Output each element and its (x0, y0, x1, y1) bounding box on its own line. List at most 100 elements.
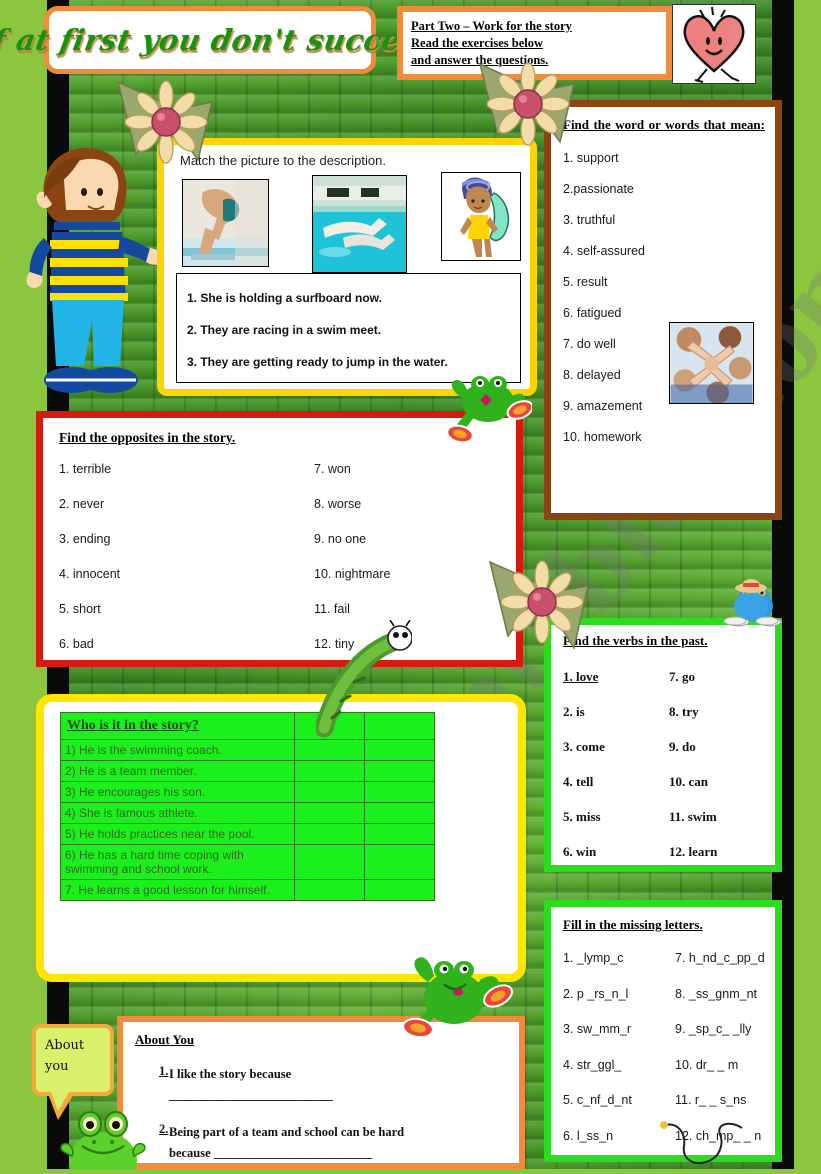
missing-item: 4. str_ggl_ (563, 1057, 622, 1072)
heart-image-box (672, 4, 756, 84)
opposite-item: 4. innocent (59, 567, 121, 581)
about-you-number: 2. (159, 1122, 169, 1136)
part-two-instructions: Part Two – Work for the story Read the e… (397, 6, 672, 80)
table-row: 7. He learns a good lesson for himself. (59, 879, 435, 901)
opposite-item: 12. tiny (314, 637, 355, 651)
who-is-it-table: Who is it in the story? 1) He is the swi… (59, 712, 435, 901)
who-row-text: 1) He is the swimming coach. (59, 739, 296, 761)
missing-letters-heading: Fill in the missing letters. (563, 917, 703, 932)
answer-cell[interactable] (294, 760, 366, 782)
missing-item: 2. p _rs_n_l (563, 986, 629, 1001)
missing-item: 8. _ss_gnm_nt (675, 986, 757, 1001)
verb-item: 3. come (563, 739, 605, 754)
smiling-heart-icon (683, 6, 745, 83)
answer-cell[interactable] (364, 802, 435, 824)
answer-cell[interactable] (364, 712, 435, 740)
who-is-it-heading: Who is it in the story? (59, 712, 296, 740)
answer-cell[interactable] (364, 879, 435, 901)
answer-cell[interactable] (364, 781, 435, 803)
answer-cell[interactable] (364, 739, 435, 761)
find-word-item: 3. truthful (563, 213, 616, 227)
verb-item: 10. can (669, 774, 708, 789)
picture-1[interactable] (182, 179, 269, 267)
find-word-item: 1. support (563, 151, 619, 165)
opposite-item: 11. fail (314, 602, 350, 616)
description-3: 3. They are getting ready to jump in the… (187, 355, 448, 369)
verb-item: 5. miss (563, 809, 601, 824)
answer-cell[interactable] (294, 879, 366, 901)
hands-together-teamwork-photo (670, 323, 753, 403)
bubble-tail-inner (51, 1092, 69, 1111)
missing-item: 3. sw_mm_r (563, 1022, 632, 1036)
opposite-item: 9. no one (314, 532, 367, 546)
answer-cell[interactable] (294, 823, 366, 845)
bubble-line-1: About (45, 1038, 85, 1053)
table-row: 2) He is a team member. (59, 760, 435, 782)
opposite-item: 10. nightmare (314, 567, 391, 581)
description-2: 2. They are racing in a swim meet. (187, 323, 382, 337)
verbs-section: Find the verbs in the past. 1. love 7. g… (544, 618, 782, 872)
answer-blank[interactable]: _______________________________ (169, 1088, 333, 1102)
swimmers-racing-photo (313, 176, 406, 272)
swimmer-diving-start-photo (183, 180, 268, 266)
verb-item: 2. is (563, 704, 585, 719)
table-header-row: Who is it in the story? (59, 712, 435, 740)
verb-item: 9. do (669, 739, 696, 754)
missing-item: 10. dr_ _ m (675, 1057, 739, 1072)
missing-item: 9. _sp_c_ _lly (675, 1022, 752, 1036)
find-word-item: 2.passionate (563, 182, 634, 196)
about-you-text: Being part of a team and school can be h… (169, 1125, 405, 1160)
table-row: 6) He has a hard time coping with swimmi… (59, 844, 435, 880)
title-banner: If at first you don't succeed (0, 6, 444, 74)
picture-2[interactable] (312, 175, 407, 273)
bubble-line-2: you (45, 1059, 69, 1074)
table-row: 4) She is famous athlete. (59, 802, 435, 824)
opposite-item: 2. never (59, 497, 105, 511)
find-word-item: 5. result (563, 275, 608, 289)
about-you-text: I like the story because _______________… (169, 1067, 333, 1102)
answer-cell[interactable] (294, 781, 366, 803)
verb-item: 6. win (563, 844, 597, 859)
find-word-item: 6. fatigued (563, 306, 622, 320)
answer-cell[interactable] (294, 844, 366, 880)
girl-with-surfboard-clipart (442, 173, 520, 260)
worksheet-page: eslprintables.com If at first you don't … (0, 0, 821, 1174)
description-list: 1. She is holding a surfboard now. 2. Th… (176, 273, 521, 383)
page-title: If at first you don't succeed (0, 23, 444, 57)
verb-item: 7. go (669, 669, 695, 684)
opposite-item: 5. short (59, 602, 101, 616)
opposite-item: 6. bad (59, 637, 94, 651)
find-word-heading: Find the word or words that mean: (563, 117, 765, 132)
missing-item: 1. _lymp_c (563, 951, 624, 965)
table-row: 3) He encourages his son. (59, 781, 435, 803)
find-word-item: 10. homework (563, 430, 642, 444)
about-you-item-2: 2. Being part of a team and school can b… (135, 1122, 519, 1164)
about-you-item-1: 1. I like the story because ____________… (135, 1064, 519, 1106)
description-1: 1. She is holding a surfboard now. (187, 291, 382, 305)
part-two-line-3: and answer the questions. (411, 53, 549, 67)
who-is-it-section: Who is it in the story? 1) He is the swi… (36, 694, 526, 982)
missing-letters-list: 1. _lymp_c 7. h_nd_c_pp_d 2. p _rs_n_l 8… (563, 941, 775, 1154)
verb-item: 11. swim (669, 809, 717, 824)
who-row-text: 5) He holds practices near the pool. (59, 823, 296, 845)
answer-cell[interactable] (294, 712, 366, 740)
verb-item: 4. tell (563, 774, 594, 789)
about-you-section: About You 1. I like the story because __… (117, 1016, 525, 1169)
opposite-item: 1. terrible (59, 462, 112, 476)
part-two-line-2: Read the exercises below (411, 36, 544, 50)
who-row-text: 6) He has a hard time coping with swimmi… (59, 844, 296, 880)
about-you-speech-bubble: About you (32, 1024, 114, 1096)
answer-blank[interactable]: ______________________________ (214, 1146, 372, 1160)
opposite-item: 3. ending (59, 532, 111, 546)
picture-3[interactable] (441, 172, 521, 261)
find-word-section: Find the word or words that mean: 1. sup… (544, 100, 782, 520)
answer-cell[interactable] (294, 802, 366, 824)
opposites-section: Find the opposites in the story. 1. terr… (36, 411, 523, 667)
answer-cell[interactable] (364, 844, 435, 880)
match-instruction: Match the picture to the description. (180, 153, 386, 168)
who-row-text: 7. He learns a good lesson for himself. (59, 879, 296, 901)
answer-cell[interactable] (294, 739, 366, 761)
answer-cell[interactable] (364, 760, 435, 782)
who-row-text: 2) He is a team member. (59, 760, 296, 782)
answer-cell[interactable] (364, 823, 435, 845)
